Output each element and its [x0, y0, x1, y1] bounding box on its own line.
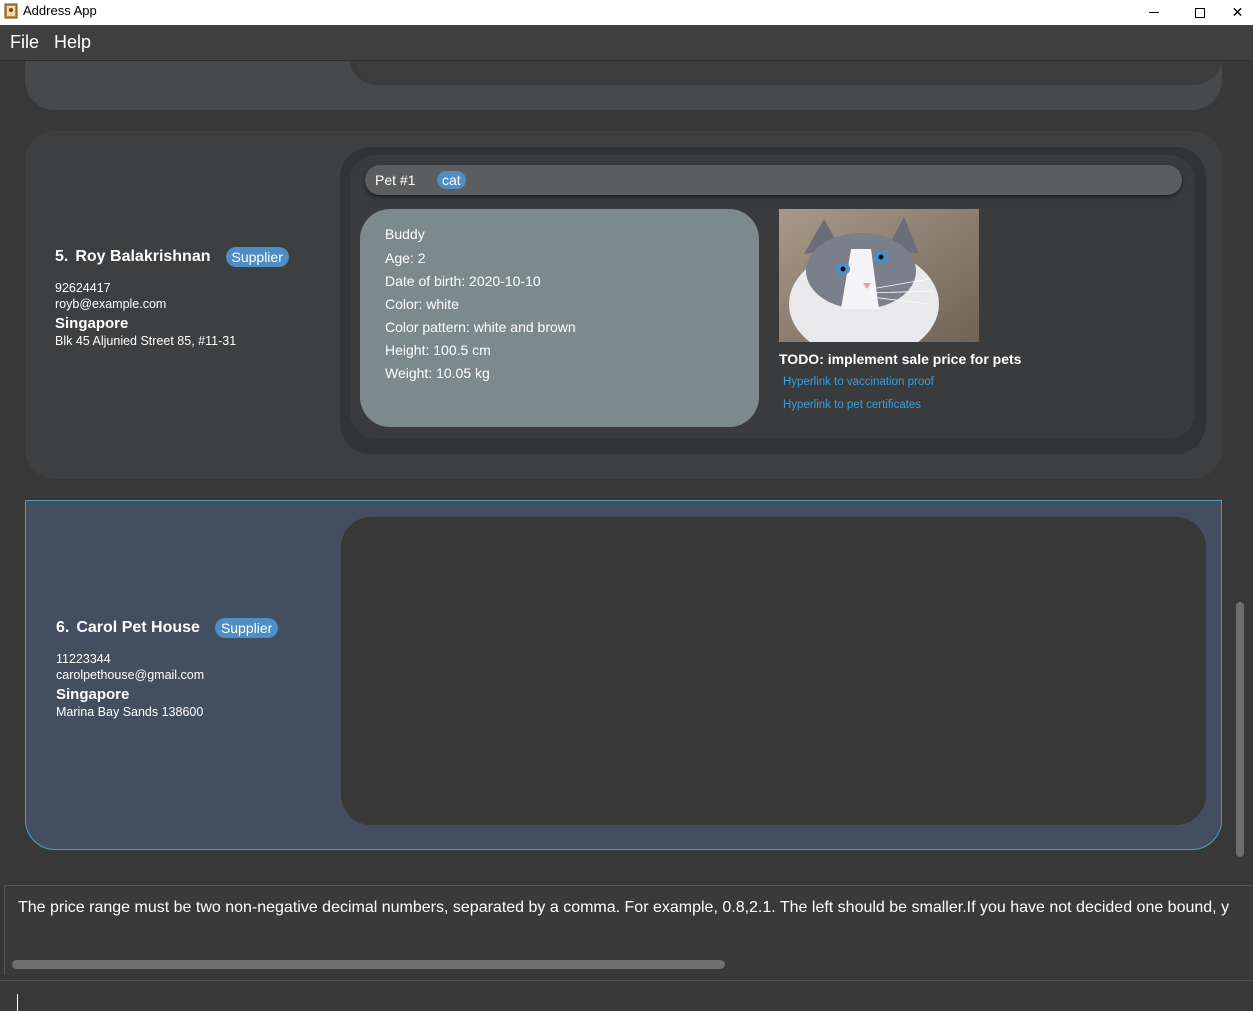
pet-name: Buddy — [385, 226, 425, 242]
pet-list-panel: Pet #1 cat Buddy Age: 2 Date of birth: 2… — [340, 147, 1206, 454]
maximize-icon — [1195, 7, 1205, 18]
person-email: royb@example.com — [55, 297, 167, 311]
pet-certificates-link[interactable]: Hyperlink to pet certificates — [783, 399, 921, 411]
pet-photo — [779, 209, 979, 342]
person-phone: 11223344 — [56, 652, 111, 666]
person-email: carolpethouse@gmail.com — [56, 668, 205, 682]
person-card[interactable]: 5. Roy Balakrishnan Supplier 92624417 ro… — [25, 131, 1222, 479]
supplier-tag: Supplier — [225, 247, 289, 267]
maximize-button[interactable] — [1177, 0, 1223, 25]
person-name: Roy Balakrishnan — [75, 248, 211, 265]
person-name: Carol Pet House — [76, 619, 200, 636]
window-title: Address App — [23, 3, 97, 18]
minimize-button[interactable] — [1131, 0, 1177, 25]
pet-color-pattern: Color pattern: white and brown — [385, 319, 576, 335]
address-book-icon — [4, 3, 18, 19]
person-info: 5. Roy Balakrishnan Supplier 92624417 ro… — [55, 245, 289, 348]
command-input[interactable] — [0, 980, 1253, 1011]
person-address: Blk 45 Aljunied Street 85, #11-31 — [55, 334, 237, 348]
pet-panel-inner-partial — [357, 61, 1217, 84]
person-city: Singapore — [55, 315, 129, 332]
pet-height: Height: 100.5 cm — [385, 342, 491, 358]
person-index: 5. — [55, 248, 69, 265]
result-display: The price range must be two non-negative… — [4, 885, 1253, 975]
person-card-partial[interactable] — [25, 61, 1223, 110]
close-icon: ✕ — [1231, 4, 1244, 20]
menu-file[interactable]: File — [10, 32, 39, 53]
person-address: Marina Bay Sands 138600 — [56, 705, 204, 719]
supplier-tag: Supplier — [214, 618, 279, 638]
pet-details: Buddy Age: 2 Date of birth: 2020-10-10 C… — [360, 209, 759, 427]
menu-help[interactable]: Help — [54, 32, 91, 53]
vaccination-proof-link[interactable]: Hyperlink to vaccination proof — [783, 376, 934, 388]
person-info: 6. Carol Pet House Supplier 11223344 car… — [56, 616, 279, 719]
horizontal-scrollbar[interactable] — [12, 960, 725, 969]
person-phone: 92624417 — [55, 281, 111, 295]
person-name-row: 6. Carol Pet House Supplier — [56, 616, 279, 640]
pet-todo-text: TODO: implement sale price for pets — [779, 351, 1022, 367]
person-card-selected[interactable]: 6. Carol Pet House Supplier 11223344 car… — [25, 500, 1222, 850]
title-bar: Address App ✕ — [0, 0, 1253, 25]
person-index: 6. — [56, 619, 70, 636]
pet-list-panel-empty — [341, 517, 1206, 825]
pet-age: Age: 2 — [385, 250, 426, 266]
pet-weight: Weight: 10.05 kg — [385, 365, 490, 381]
minimize-icon — [1149, 12, 1159, 13]
pet-card: Pet #1 cat Buddy Age: 2 Date of birth: 2… — [350, 155, 1195, 438]
text-cursor — [17, 994, 18, 1011]
pet-number: Pet #1 — [375, 172, 416, 188]
close-button[interactable]: ✕ — [1222, 0, 1253, 25]
person-city: Singapore — [56, 686, 130, 703]
person-list[interactable]: 5. Roy Balakrishnan Supplier 92624417 ro… — [0, 61, 1253, 880]
person-name-row: 5. Roy Balakrishnan Supplier — [55, 245, 289, 269]
menu-bar: File Help — [0, 25, 1253, 61]
result-message: The price range must be two non-negative… — [18, 899, 1230, 916]
pet-color: Color: white — [385, 296, 459, 312]
vertical-scrollbar[interactable] — [1236, 602, 1244, 857]
pet-header: Pet #1 cat — [365, 165, 1182, 195]
pet-dob: Date of birth: 2020-10-10 — [385, 273, 541, 289]
pet-species-tag: cat — [437, 171, 466, 189]
